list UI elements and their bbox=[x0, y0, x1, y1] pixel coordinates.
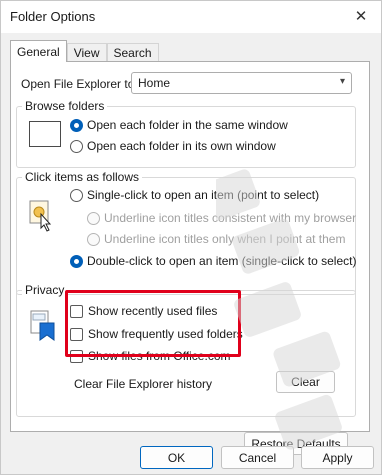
window-frame-icon bbox=[29, 121, 61, 147]
open-explorer-label: Open File Explorer to: bbox=[21, 77, 138, 91]
browse-folders-group: Browse folders Open each folder in the s… bbox=[16, 99, 356, 168]
open-explorer-value: Home bbox=[138, 76, 171, 90]
radio-button[interactable] bbox=[87, 211, 100, 225]
apply-button[interactable]: Apply bbox=[301, 446, 374, 469]
tab-view[interactable]: View bbox=[66, 43, 107, 62]
tab-search[interactable]: Search bbox=[106, 43, 159, 62]
radio-single-click-label: Single-click to open an item (point to s… bbox=[87, 188, 320, 202]
radio-button[interactable] bbox=[70, 254, 83, 268]
radio-same-window[interactable]: Open each folder in the same window bbox=[70, 118, 288, 132]
cancel-button[interactable]: Cancel bbox=[221, 446, 294, 469]
browse-folders-legend: Browse folders bbox=[22, 99, 108, 113]
radio-underline-point[interactable]: Underline icon titles only when I point … bbox=[87, 232, 345, 246]
click-items-legend: Click items as follows bbox=[22, 170, 143, 184]
pointer-icon bbox=[29, 200, 52, 232]
radio-button[interactable] bbox=[70, 118, 83, 132]
radio-button[interactable] bbox=[87, 232, 100, 246]
radio-own-window[interactable]: Open each folder in its own window bbox=[70, 139, 276, 153]
chevron-down-icon: ▾ bbox=[339, 76, 345, 87]
title-bar: Folder Options ✕ bbox=[1, 1, 381, 33]
radio-button[interactable] bbox=[70, 188, 83, 202]
privacy-shield-icon bbox=[30, 310, 55, 341]
radio-same-window-label: Open each folder in the same window bbox=[87, 118, 288, 132]
radio-underline-consistent[interactable]: Underline icon titles consistent with my… bbox=[87, 211, 356, 225]
open-explorer-dropdown[interactable]: Home ▾ bbox=[131, 72, 352, 94]
window-title: Folder Options bbox=[10, 9, 96, 24]
dialog-client-area: General View Search Open File Explorer t… bbox=[1, 33, 381, 474]
folder-options-window: Folder Options ✕ General View Search Ope… bbox=[0, 0, 382, 475]
general-tab-panel: Open File Explorer to: Home ▾ Browse fol… bbox=[10, 61, 370, 455]
tab-strip: General View Search bbox=[10, 40, 159, 62]
radio-double-click-label: Double-click to open an item (single-cli… bbox=[87, 254, 357, 268]
radio-underline-consistent-label: Underline icon titles consistent with my… bbox=[104, 211, 357, 225]
radio-own-window-label: Open each folder in its own window bbox=[87, 139, 276, 153]
close-icon[interactable]: ✕ bbox=[349, 5, 373, 27]
radio-double-click[interactable]: Double-click to open an item (single-cli… bbox=[70, 254, 356, 268]
radio-underline-point-label: Underline icon titles only when I point … bbox=[104, 232, 346, 246]
click-items-group: Click items as follows Single-click to o… bbox=[16, 170, 356, 295]
clear-history-label: Clear File Explorer history bbox=[74, 377, 213, 391]
tab-general[interactable]: General bbox=[10, 40, 67, 62]
radio-button[interactable] bbox=[70, 139, 83, 153]
clear-button[interactable]: Clear bbox=[276, 371, 335, 393]
privacy-legend: Privacy bbox=[22, 283, 68, 297]
radio-single-click[interactable]: Single-click to open an item (point to s… bbox=[70, 188, 319, 202]
privacy-options-highlight bbox=[65, 290, 241, 357]
ok-button[interactable]: OK bbox=[140, 446, 213, 469]
